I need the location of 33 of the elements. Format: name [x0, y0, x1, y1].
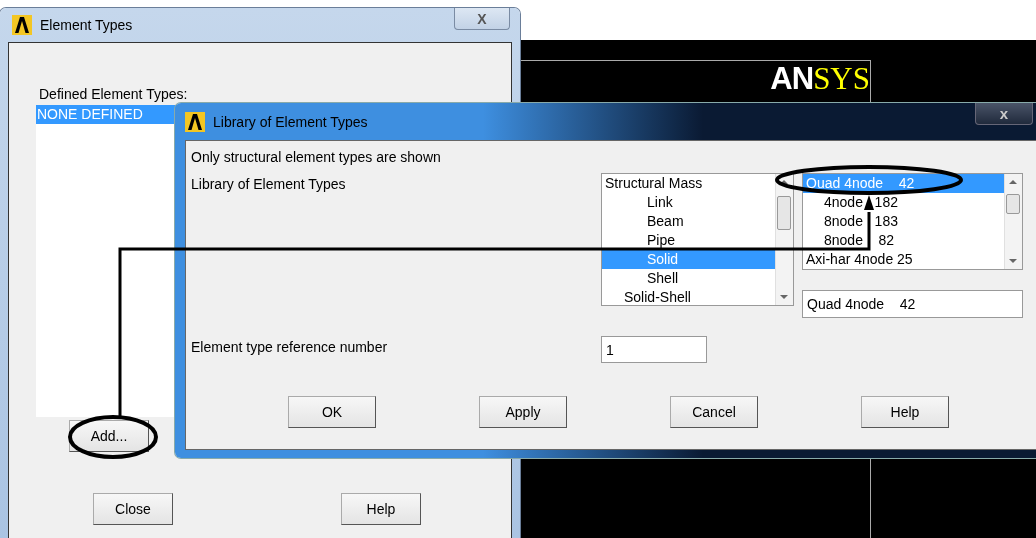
info-text: Only structural element types are shown [191, 148, 442, 167]
list-item[interactable]: 8node 82 [803, 231, 1004, 250]
help-button[interactable]: Help [341, 493, 421, 525]
list-item[interactable]: Axi-har 4node 25 [803, 250, 1004, 269]
app-icon [185, 111, 205, 132]
list-item[interactable]: 4node 182 [803, 193, 1004, 212]
category-list[interactable]: Structural Mass Link Beam Pipe Solid Shell Solid-Shell [601, 173, 794, 306]
scrollbar[interactable] [775, 174, 793, 305]
dialog-button[interactable]: Help [861, 396, 949, 428]
list-item[interactable]: 8node 183 [803, 212, 1004, 231]
element-type-list[interactable]: Quad 4node 42 4node 182 8node 183 8node 82 Axi-har 4node 25 [802, 173, 1023, 270]
list-item[interactable]: Structural Mass [602, 174, 775, 193]
close-button[interactable]: X [454, 8, 510, 30]
list-item[interactable]: Beam [602, 212, 775, 231]
list-item[interactable]: Solid-Shell [602, 288, 775, 305]
dialog-button[interactable]: OK [288, 396, 376, 428]
selected-type-field[interactable]: Quad 4node 42 [802, 290, 1023, 318]
close-button[interactable]: Close [93, 493, 173, 525]
library-label: Library of Element Types [191, 175, 347, 194]
reference-number-field[interactable]: 1 [601, 336, 707, 363]
ansys-logo: ANSYS [770, 61, 870, 96]
dialog-title: Library of Element Types [213, 113, 368, 130]
dialog-button[interactable]: Apply [479, 396, 567, 428]
list-label: Defined Element Types: [39, 86, 188, 102]
dialog-button[interactable]: Cancel [670, 396, 758, 428]
list-item[interactable]: Pipe [602, 231, 775, 250]
app-icon [12, 15, 32, 35]
close-button[interactable]: x [975, 103, 1033, 125]
scrollbar[interactable] [1004, 174, 1022, 269]
window-title: Element Types [40, 17, 133, 33]
reference-label: Element type reference number [191, 338, 389, 357]
list-item[interactable]: Link [602, 193, 775, 212]
list-item[interactable]: Shell [602, 269, 775, 288]
